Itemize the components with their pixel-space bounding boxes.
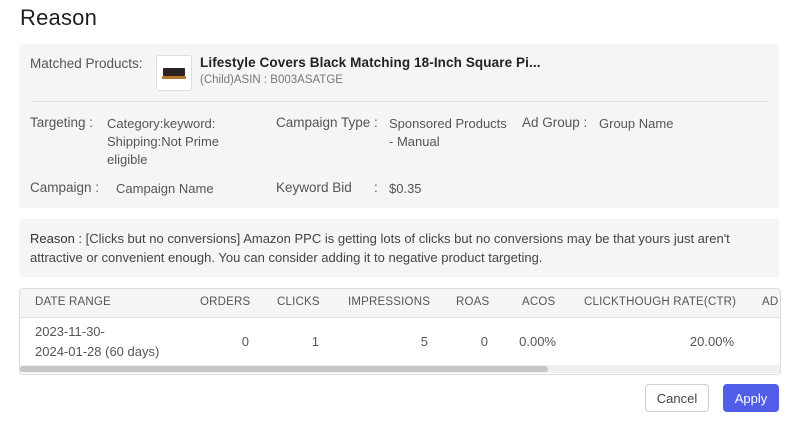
col-clicks: CLICKS	[277, 296, 320, 308]
cell-date-line2: 2024-01-28 (60 days)	[35, 344, 160, 359]
dialog-title: Reason	[20, 5, 98, 30]
ad-group-label: Ad Group :	[522, 115, 588, 130]
keyword-bid-value: $0.35	[389, 181, 422, 196]
campaign-value: Campaign Name	[116, 181, 214, 196]
product-thumbnail	[156, 55, 192, 91]
ad-group-value: Group Name	[599, 116, 674, 131]
reason-label: Reason :	[30, 231, 83, 246]
cell-ctr: 20.00%	[689, 334, 734, 349]
cell-date-line1: 2023-11-30-	[35, 324, 105, 339]
cell-acos: 0.00%	[519, 334, 556, 349]
col-acos: ACOS	[522, 296, 556, 308]
cell-roas: 0	[480, 334, 488, 349]
product-asin: (Child)ASIN : B003ASATGE	[200, 74, 343, 86]
campaign-type-value: Sponsored Products - Manual	[389, 116, 507, 149]
col-ad: AD	[762, 296, 779, 308]
col-date-range: DATE RANGE	[35, 296, 111, 308]
col-ctr: CLICKTHOUGH RATE(CTR)	[584, 296, 737, 308]
cell-orders: 0	[241, 334, 249, 349]
targeting-value: Category:keyword: Shipping:Not Prime eli…	[107, 116, 219, 167]
keyword-bid-label: Keyword Bid	[276, 180, 352, 195]
apply-button[interactable]: Apply	[723, 384, 779, 412]
reason-description: [Clicks but no conversions] Amazon PPC i…	[30, 231, 730, 265]
keyword-bid-colon: :	[374, 180, 378, 195]
campaign-type-label: Campaign Type :	[276, 115, 378, 130]
performance-table: DATE RANGE ORDERS CLICKS IMPRESSIONS ROA…	[19, 288, 781, 375]
table-header: DATE RANGE ORDERS CLICKS IMPRESSIONS ROA…	[20, 289, 780, 318]
reason-panel: Reason : [Clicks but no conversions] Ama…	[19, 219, 779, 277]
cell-clicks: 1	[311, 334, 319, 349]
col-roas: ROAS	[456, 296, 490, 308]
col-orders: ORDERS	[200, 296, 251, 308]
col-impressions: IMPRESSIONS	[348, 296, 431, 308]
matched-products-label: Matched Products:	[30, 56, 143, 71]
divider	[31, 101, 768, 102]
product-name-link[interactable]: Lifestyle Covers Black Matching 18-Inch …	[200, 55, 541, 70]
cell-impressions: 5	[420, 334, 428, 349]
targeting-label: Targeting :	[30, 115, 94, 130]
reason-dialog: Reason Matched Products: Lifestyle Cover…	[0, 0, 803, 434]
campaign-label: Campaign :	[30, 180, 100, 195]
info-panel: Matched Products: Lifestyle Covers Black…	[19, 44, 779, 208]
bed-thumbnail-icon	[163, 68, 185, 76]
cancel-button[interactable]: Cancel	[645, 384, 709, 412]
scrollbar-thumb[interactable]	[20, 366, 548, 372]
reason-text-block: Reason : [Clicks but no conversions] Ama…	[30, 229, 775, 267]
